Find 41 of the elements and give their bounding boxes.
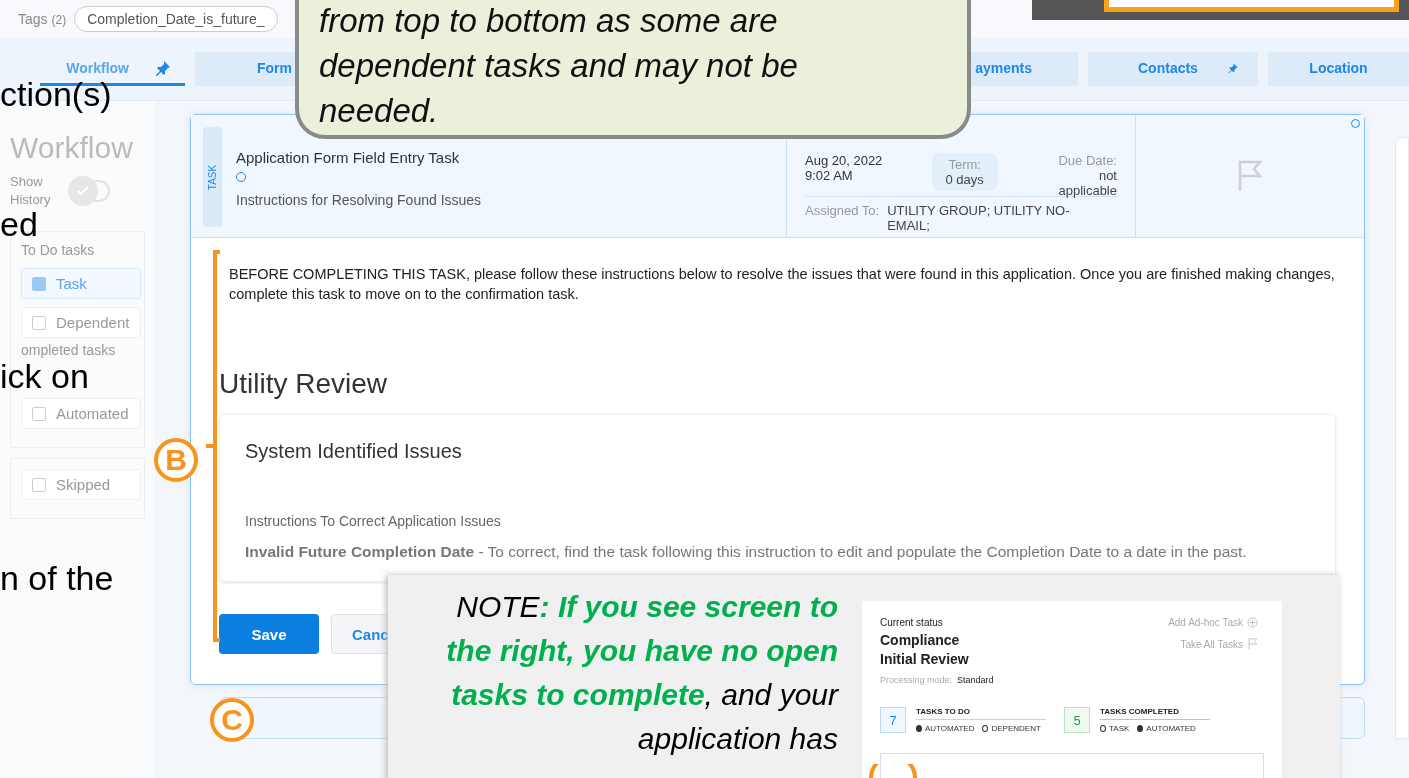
task-subtitle: Instructions for Resolving Found Issues [236,192,482,208]
section-heading: ompleted tasks [21,342,117,358]
slide-text: ed [0,206,38,242]
legend-label: DEPENDENT [991,724,1041,733]
issue-text: Invalid Future Completion Date - To correct, find the task following this instruction to edit and populate the Completion Date to a date in the past. [245,542,1248,562]
task-title: Application Form Field Entry Task [236,149,460,166]
mode-label: Processing mode: [880,675,953,685]
status-label: Current status [880,617,943,628]
option-label: Dependent [56,314,130,331]
card-title: System Identified Issues [245,440,463,463]
instructions-label: Instructions To Correct Application Issues [245,513,502,529]
slide-text: n of the [0,560,114,596]
status-value: Compliance Initial Review [880,631,970,669]
callout-text: from top to bottom as some are dependent tasks and may not be needed. [319,1,799,131]
section-heading: Utility Review [219,368,389,400]
task-count: 7 [880,707,906,733]
toggle-label: Show History [10,173,50,209]
count-label: TASKS TO DO [916,707,1046,720]
option-label: Task [56,275,87,292]
option-label: Automated [56,405,129,422]
task-badge: TASK [203,127,222,227]
section-heading: To Do tasks [21,242,96,258]
mode-value: Standard [957,675,994,685]
option-label: Skipped [56,476,111,493]
instructions-text: BEFORE COMPLETING THIS TASK, please follow these instructions below to resolve the issues that were found in this application. Once you are finished making changes, complete this task to move on to the confirmation task. [229,265,1336,304]
legend-label: AUTOMATED [1146,724,1196,733]
due-date: Due Date: not applicable [1057,153,1117,198]
count-label: TASKS COMPLETED [1100,707,1210,720]
tags-label: Tags (2) [18,11,67,27]
slide-text: ick on [0,358,89,394]
note-text: NOTE: If you see screen to the right, you have no open tasks to complete, and your application has [445,589,838,757]
marker-badge: C [210,698,254,742]
assigned-value: UTILITY GROUP; UTILITY NO-EMAIL; [887,203,1071,233]
legend-label: TASK [1109,724,1130,733]
task-date: Aug 20, 2022 9:02 AM [805,153,883,183]
assigned-label: Assigned To: [805,203,880,220]
legend-label: AUTOMATED [925,724,975,733]
term-pill: Term: 0 days [931,153,998,191]
marker-badge: B [154,438,198,482]
task-count: 5 [1064,707,1090,733]
panel-title: Workflow [10,131,134,165]
